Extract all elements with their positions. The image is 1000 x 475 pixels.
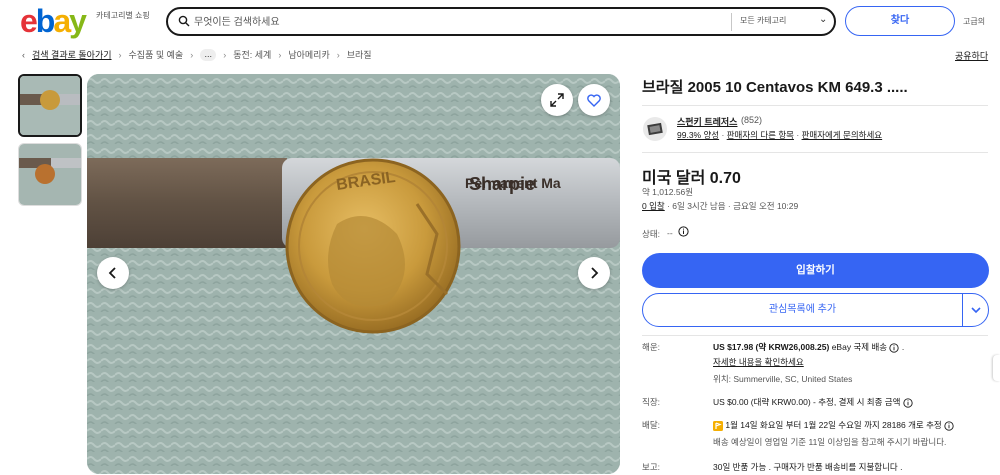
seller-positive-link[interactable]: 99.3% 양성 bbox=[677, 130, 719, 140]
watchlist-dropdown-button[interactable] bbox=[962, 293, 989, 327]
coin-photo: Sharpie Permanent Ma BRASIL bbox=[87, 74, 620, 474]
advanced-search-link[interactable]: 고급의 bbox=[963, 16, 985, 27]
contact-seller-link[interactable]: 판매자에게 문의하세요 bbox=[802, 130, 883, 140]
delivery-estimate: 1월 14일 화요일 부터 1월 22일 수요일 까지 28186 개로 추정 bbox=[725, 420, 942, 430]
previous-image-button[interactable] bbox=[97, 257, 129, 289]
back-to-results-link[interactable]: 검색 결과로 돌아가기 bbox=[32, 48, 112, 61]
thumbnail-1[interactable] bbox=[18, 74, 82, 137]
breadcrumb-item[interactable]: 남아메리카 bbox=[288, 48, 329, 61]
breadcrumb-more-button[interactable]: ... bbox=[200, 48, 217, 61]
chevron-down-icon[interactable]: ⌄ bbox=[819, 14, 827, 25]
info-icon[interactable] bbox=[944, 421, 954, 431]
category-select[interactable]: 모든 카테고리 bbox=[740, 15, 820, 26]
breadcrumb-separator: › bbox=[223, 49, 227, 60]
chevron-left-icon bbox=[108, 267, 116, 279]
time-left: · 6일 3시간 남음 · 금요일 오전 10:29 bbox=[664, 201, 799, 211]
share-link[interactable]: 공유하다 bbox=[955, 49, 988, 62]
main-product-image[interactable]: Sharpie Permanent Ma BRASIL bbox=[87, 74, 620, 474]
chevron-down-icon bbox=[970, 306, 981, 313]
shipping-price: US $17.98 (약 KRW26,008.25) bbox=[713, 342, 830, 352]
info-icon[interactable] bbox=[889, 343, 900, 353]
import-label: 직장: bbox=[642, 397, 661, 407]
breadcrumb-separator: › bbox=[190, 49, 194, 60]
thumbnail-image bbox=[20, 76, 80, 135]
divider bbox=[731, 13, 732, 31]
import-value: US $0.00 (대략 KRW0.00) - 추정, 결제 시 최종 금액 bbox=[713, 396, 913, 408]
returns-value: 30일 반품 가능 . 구매자가 반품 배송비를 지불합니다 . bbox=[713, 462, 903, 472]
ebay-logo[interactable]: ebay bbox=[20, 4, 87, 38]
thumbnail-image bbox=[19, 144, 81, 205]
breadcrumb-separator: › bbox=[336, 49, 340, 60]
search-bar: 모든 카테고리 ⌄ bbox=[166, 7, 836, 36]
breadcrumb-item[interactable]: 수집품 및 예술 bbox=[129, 48, 184, 61]
back-arrow-icon[interactable]: ‹ bbox=[22, 50, 25, 60]
place-bid-button[interactable]: 입찰하기 bbox=[642, 253, 989, 288]
returns-label: 보고: bbox=[642, 462, 661, 472]
shipping-method: eBay 국제 배송 bbox=[829, 342, 888, 352]
seller-name-link[interactable]: 스펀키 트레저스 bbox=[677, 115, 737, 128]
delivery-note: 배송 예상일이 영업일 기준 11일 이상임을 참고해 주시기 바랍니다. bbox=[713, 437, 947, 447]
breadcrumb-item[interactable]: 동전: 세계 bbox=[233, 48, 271, 61]
breadcrumb-item[interactable]: 브라질 bbox=[347, 48, 372, 61]
thumbnail-2[interactable] bbox=[18, 143, 82, 206]
bid-count-link[interactable]: 0 입찰 bbox=[642, 201, 665, 211]
info-icon[interactable] bbox=[678, 226, 689, 237]
shipping-value: US $17.98 (약 KRW26,008.25) eBay 국제 배송 . bbox=[713, 342, 905, 353]
store-icon bbox=[647, 122, 663, 136]
expand-icon bbox=[550, 93, 564, 107]
seller-links: 99.3% 양성 · 판매자의 다른 항목 · 판매자에게 문의하세요 bbox=[677, 129, 882, 141]
item-location: 위치: Summerville, SC, United States bbox=[713, 374, 853, 384]
seller-avatar[interactable] bbox=[643, 117, 667, 141]
search-input[interactable] bbox=[194, 13, 714, 31]
shipping-label: 해운: bbox=[642, 342, 661, 352]
divider bbox=[642, 105, 988, 106]
condition-label: 상태: bbox=[642, 229, 661, 239]
side-scroll-handle[interactable] bbox=[993, 355, 1000, 381]
condition-value: -- bbox=[667, 228, 673, 238]
marker-label: Permanent Ma bbox=[465, 175, 561, 191]
bid-info: 0 입찰 · 6일 3시간 남음 · 금요일 오전 10:29 bbox=[642, 200, 798, 212]
breadcrumb-separator: › bbox=[278, 49, 282, 60]
delivery-label: 배달: bbox=[642, 420, 661, 430]
shop-by-category[interactable]: 카테고리별 쇼핑 bbox=[96, 11, 154, 21]
import-text: US $0.00 (대략 KRW0.00) - 추정, 결제 시 최종 금액 bbox=[713, 397, 901, 407]
flag-icon bbox=[713, 420, 723, 431]
breadcrumb-separator: › bbox=[118, 49, 122, 60]
info-icon[interactable] bbox=[903, 398, 913, 408]
delivery-value: 1월 14일 화요일 부터 1월 22일 수요일 까지 28186 개로 추정 bbox=[713, 419, 954, 431]
breadcrumb: ‹ 검색 결과로 돌아가기 › 수집품 및 예술 › ... › 동전: 세계 … bbox=[22, 48, 372, 61]
seller-other-items-link[interactable]: 판매자의 다른 항목 bbox=[727, 130, 794, 140]
price-converted: 약 1,012.56원 bbox=[642, 187, 694, 197]
heart-icon bbox=[587, 93, 601, 107]
expand-image-button[interactable] bbox=[541, 84, 573, 116]
watch-heart-button[interactable] bbox=[578, 84, 610, 116]
search-button[interactable]: 찾다 bbox=[845, 6, 955, 36]
seller-feedback-count: (852) bbox=[741, 115, 763, 125]
search-icon bbox=[178, 15, 190, 27]
add-to-watchlist-button[interactable]: 관심목록에 추가 bbox=[642, 293, 963, 327]
divider bbox=[642, 152, 988, 153]
item-title: 브라질 2005 10 Centavos KM 649.3 ..... bbox=[642, 79, 908, 96]
shipping-details-link[interactable]: 자세한 내용을 확인하세요 bbox=[713, 356, 804, 368]
item-price: 미국 달러 0.70 bbox=[642, 170, 741, 187]
next-image-button[interactable] bbox=[578, 257, 610, 289]
divider bbox=[642, 335, 988, 336]
chevron-right-icon bbox=[591, 267, 599, 279]
